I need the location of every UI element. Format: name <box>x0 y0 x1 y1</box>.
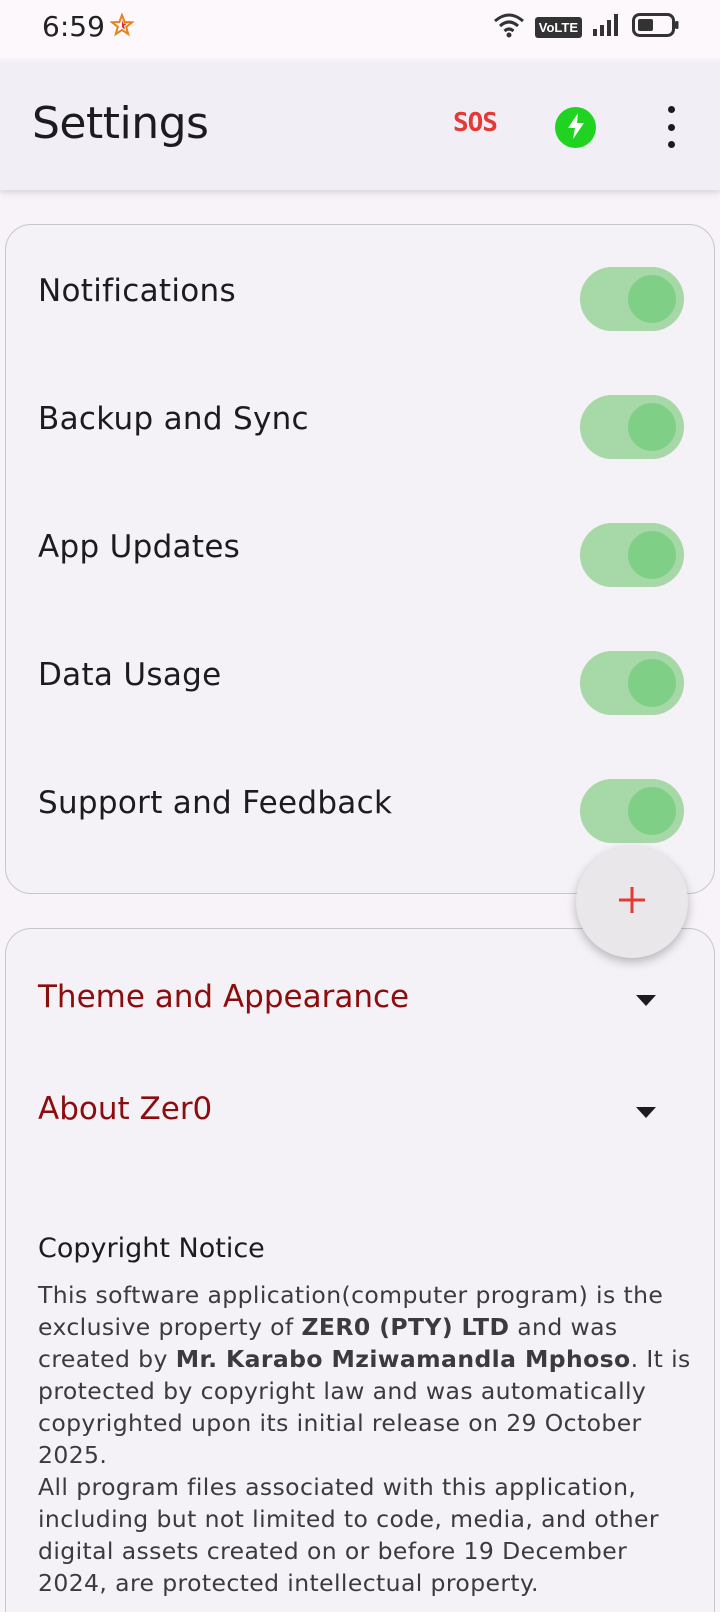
plus-icon <box>616 884 648 920</box>
more-options-icon[interactable] <box>656 106 686 148</box>
expander-label: Theme and Appearance <box>38 979 410 1015</box>
toggle-row-data-usage: Data Usage <box>6 645 714 715</box>
copyright-title: Copyright Notice <box>38 1233 265 1264</box>
expander-label: About Zer0 <box>38 1091 213 1127</box>
notifications-switch[interactable] <box>580 267 684 331</box>
chevron-down-icon <box>636 1107 656 1118</box>
company-name: ZER0 (PTY) LTD <box>301 1313 510 1341</box>
copyright-body: This software application(computer progr… <box>38 1281 691 1597</box>
star-notification-icon <box>109 12 135 41</box>
app-bar: Settings SOS <box>0 62 720 190</box>
status-time: 6:59 <box>42 10 105 43</box>
chevron-down-icon <box>636 995 656 1006</box>
toggle-row-app-updates: App Updates <box>6 517 714 587</box>
toggles-card: Notifications Backup and Sync App Update… <box>5 224 715 894</box>
toggle-label: Backup and Sync <box>38 401 309 437</box>
toggle-label: Data Usage <box>38 657 222 693</box>
page-title: Settings <box>32 98 209 149</box>
support-feedback-switch[interactable] <box>580 779 684 843</box>
sos-button[interactable]: SOS <box>453 108 498 138</box>
battery-icon <box>632 13 680 41</box>
add-button[interactable] <box>576 846 688 958</box>
volte-badge: VoLTE <box>534 16 582 38</box>
theme-appearance-expander[interactable]: Theme and Appearance <box>6 969 714 1029</box>
signal-icon <box>592 13 622 41</box>
backup-sync-switch[interactable] <box>580 395 684 459</box>
data-usage-switch[interactable] <box>580 651 684 715</box>
toggle-row-backup-sync: Backup and Sync <box>6 389 714 459</box>
about-zer0-expander[interactable]: About Zer0 <box>6 1081 714 1141</box>
app-updates-switch[interactable] <box>580 523 684 587</box>
toggle-row-notifications: Notifications <box>6 261 714 331</box>
toggle-label: App Updates <box>38 529 241 565</box>
power-button[interactable] <box>555 107 596 148</box>
status-bar: 6:59 VoLTE <box>0 0 720 58</box>
toggle-label: Support and Feedback <box>38 785 393 821</box>
info-card: Theme and Appearance About Zer0 Copyrigh… <box>5 928 715 1612</box>
toggle-row-support-feedback: Support and Feedback <box>6 773 714 843</box>
author-name: Mr. Karabo Mziwamandla Mphoso <box>175 1345 631 1373</box>
lightning-bolt-icon <box>565 112 587 144</box>
wifi-icon <box>493 12 525 42</box>
toggle-label: Notifications <box>38 273 236 309</box>
